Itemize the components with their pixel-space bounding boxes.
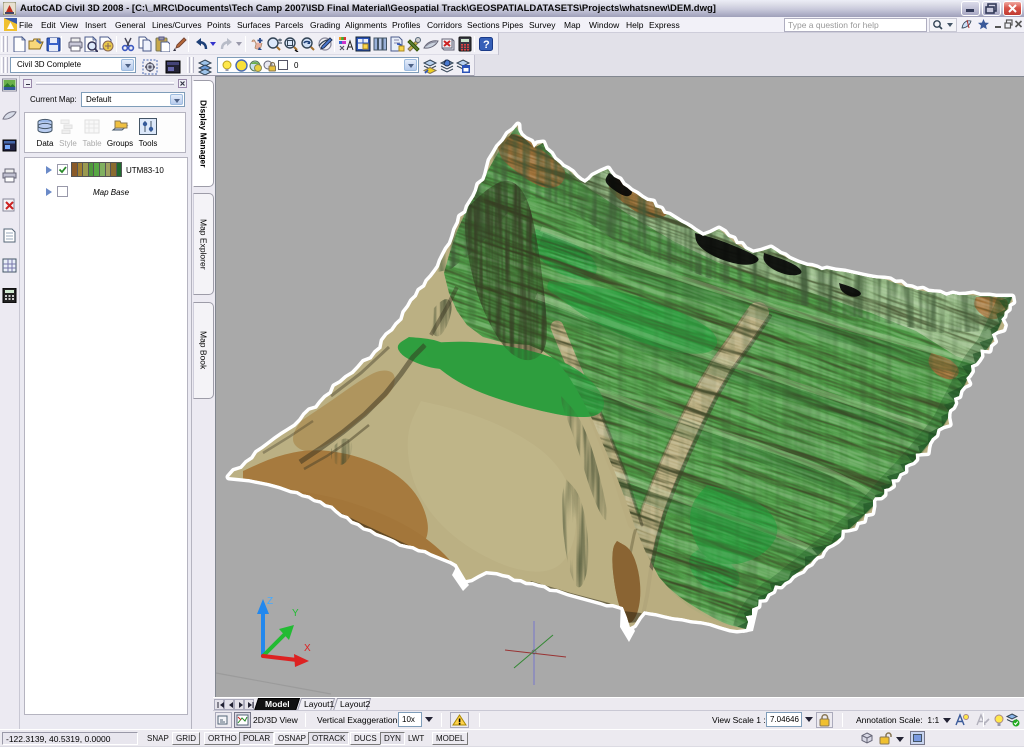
svg-text:Y: Y	[292, 608, 299, 619]
svg-text:Z: Z	[267, 596, 273, 607]
svg-text:X: X	[304, 643, 311, 654]
svg-text:?: ?	[483, 39, 490, 51]
